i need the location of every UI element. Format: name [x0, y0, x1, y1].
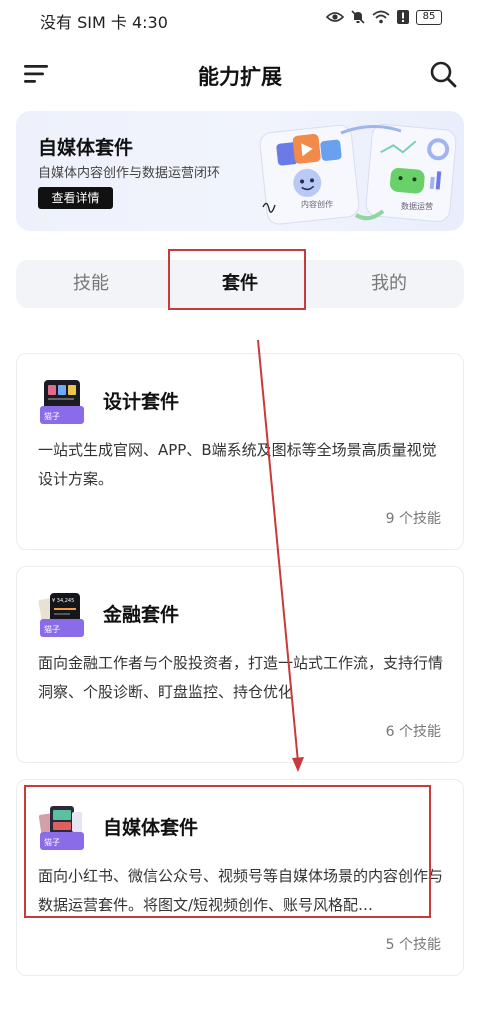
status-carrier-time: 没有 SIM 卡 4:30 — [40, 13, 168, 32]
highlight-box-card — [24, 785, 431, 918]
mute-bell-icon — [351, 10, 365, 24]
banner-title: 自媒体套件 — [38, 137, 134, 159]
design-card-description: 一站式生成官网、APP、B端系统及图标等全场景高质量视觉设计方案。 — [38, 441, 437, 488]
promo-banner[interactable]: 自媒体套件 自媒体内容创作与数据运营闭环 查看详情 内容创作 数据运营 — [16, 111, 464, 231]
banner-subtitle: 自媒体内容创作与数据运营闭环 — [38, 166, 221, 181]
tab-mine[interactable]: 我的 — [314, 260, 464, 308]
finance-card-description: 面向金融工作者与个股投资者，打造一站式工作流，支持行情洞察、个股诊断、盯盘监控、… — [38, 654, 444, 701]
self-media-card-skill-count: 5 个技能 — [385, 937, 441, 953]
tab-skills[interactable]: 技能 — [16, 260, 166, 308]
page-title: 能力扩展 — [198, 65, 282, 89]
suite-card-finance[interactable]: ¥ 34,245 猫子 金融套件 面向金融工作者与个股投资者，打造一站式工作流，… — [16, 566, 464, 763]
suite-card-design[interactable]: 猫子 设计套件 一站式生成官网、APP、B端系统及图标等全场景高质量视觉设计方案… — [16, 353, 464, 550]
finance-suite-icon: ¥ 34,245 猫子 — [38, 593, 84, 637]
finance-card-skill-count: 6 个技能 — [385, 724, 441, 740]
finance-card-badge: 猫子 — [44, 624, 60, 634]
banner-illustration: 内容创作 数据运营 — [259, 124, 457, 225]
alert-icon — [397, 10, 409, 24]
status-bar: 没有 SIM 卡 4:30 85 — [0, 0, 480, 38]
finance-card-title: 金融套件 — [103, 604, 180, 626]
wifi-icon — [372, 10, 390, 24]
banner-art-label-left: 内容创作 — [301, 199, 333, 209]
design-suite-icon: 猫子 — [40, 380, 84, 424]
view-details-button[interactable]: 查看详情 — [38, 187, 113, 209]
design-card-skill-count: 9 个技能 — [385, 511, 441, 527]
highlight-box-tab — [168, 249, 306, 310]
status-icons: 85 — [326, 9, 442, 25]
search-icon — [430, 61, 457, 88]
design-card-badge: 猫子 — [44, 411, 60, 421]
top-nav-bar: 能力扩展 — [0, 50, 480, 98]
finance-icon-value: ¥ 34,245 — [52, 598, 74, 604]
eye-icon — [326, 12, 344, 22]
battery-icon: 85 — [416, 9, 442, 25]
banner-art-label-right: 数据运营 — [401, 201, 433, 211]
search-button[interactable] — [428, 59, 458, 89]
design-card-title: 设计套件 — [103, 391, 180, 413]
